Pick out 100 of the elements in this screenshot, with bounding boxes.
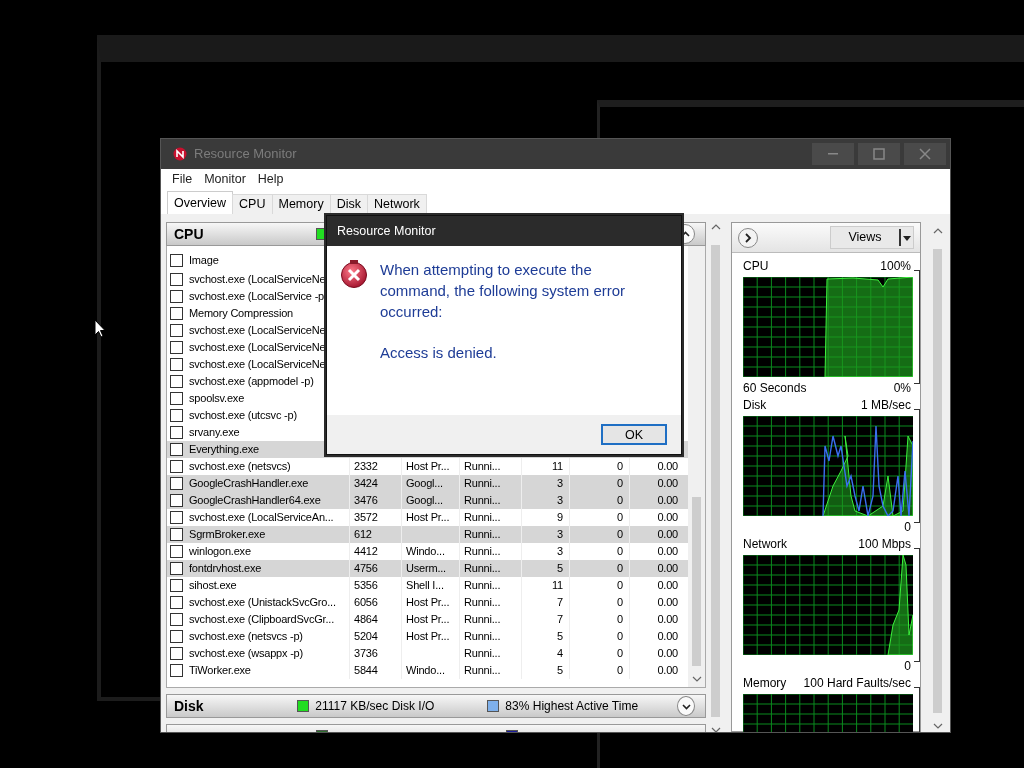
table-cell: Runni... [464,545,501,557]
table-cell: 5204 [354,630,378,642]
table-cell: 0 [617,545,623,557]
process-name: Everything.exe [189,442,259,458]
table-cell: 0 [617,647,623,659]
table-cell: Shell I... [406,579,444,591]
dialog-title: Resource Monitor [327,216,681,246]
table-cell: Runni... [464,579,501,591]
table-cell: 0.00 [657,494,678,506]
table-cell: 3736 [354,647,378,659]
error-detail: Access is denied. [380,343,498,363]
error-message: When attempting to execute the command, the following system error occurred: [380,260,627,322]
table-cell: 0 [617,562,623,574]
table-cell: 11 [551,579,563,591]
table-cell: 5 [557,562,563,574]
process-name: Memory Compression [189,306,293,322]
graph-scale: 0 [904,659,911,673]
process-name: svchost.exe (netsvcs) [189,459,291,475]
table-cell: Runni... [464,511,501,523]
table-cell: 7 [557,596,563,608]
table-cell: 0.00 [657,562,678,574]
table-cell: Runni... [464,528,501,540]
table-cell: Runni... [464,494,501,506]
table-cell: 612 [354,528,372,540]
process-name: spoolsv.exe [189,391,245,407]
graph-title: Memory [743,676,787,690]
table-cell: 0.00 [657,579,678,591]
table-cell: Runni... [464,562,501,574]
table-cell: 3 [557,494,563,506]
graph-scale: 1 MB/sec [861,398,911,412]
table-cell: 0.00 [657,460,678,472]
table-cell: Runni... [464,630,501,642]
table-cell: Host Pr... [406,511,450,523]
legend-text: 83% Highest Active Time [505,698,639,715]
process-name: svchost.exe (LocalServiceNe [189,340,326,356]
table-cell: Userm... [406,562,446,574]
table-cell: 3476 [354,494,378,506]
table-cell: 0.00 [657,545,678,557]
graph-title: Disk [743,398,767,412]
window-title: Resource Monitor [194,145,297,164]
table-cell: 0.00 [657,511,678,523]
table-cell: 5 [557,664,563,676]
process-name: svchost.exe (LocalServiceNe [189,272,326,288]
graph-scale: 0% [893,381,911,395]
process-name: svchost.exe (wsappx -p) [189,646,303,662]
table-cell: 0.00 [657,596,678,608]
process-name: svchost.exe (LocalServiceAn... [189,510,334,526]
table-cell: 0 [617,528,623,540]
table-cell: Host Pr... [406,630,450,642]
table-cell: Windo... [406,545,445,557]
process-name: svchost.exe (ClipboardSvcGr... [189,612,334,628]
process-name: svchost.exe (UnistackSvcGro... [189,595,336,611]
graph-scale: 100 Mbps [858,537,911,551]
process-name: GoogleCrashHandler.exe [189,476,309,492]
process-name: winlogon.exe [189,544,251,560]
table-cell: 5356 [354,579,378,591]
table-cell: 0.00 [657,528,678,540]
table-cell: 0 [617,494,623,506]
table-cell: 3424 [354,477,378,489]
table-cell: 6056 [354,596,378,608]
table-cell: Runni... [464,613,501,625]
graph-scale: 0 [904,520,911,534]
process-name: TiWorker.exe [189,663,251,679]
table-cell: 0 [617,511,623,523]
process-name: SgrmBroker.exe [189,527,266,543]
table-cell: 0.00 [657,630,678,642]
table-cell: 3 [557,477,563,489]
table-cell: 2332 [354,460,378,472]
graph-title: CPU [743,259,769,273]
process-name: svchost.exe (utcsvc -p) [189,408,297,424]
table-cell: 0.00 [657,664,678,676]
table-cell: Googl... [406,477,443,489]
table-cell: 11 [551,460,563,472]
table-cell: Host Pr... [406,613,450,625]
table-cell: 0 [617,664,623,676]
table-cell: 4756 [354,562,378,574]
process-name: srvany.exe [189,425,240,441]
table-cell: 0 [617,630,623,642]
table-cell: 7 [557,613,563,625]
graph-caption: 60 Seconds [743,381,807,395]
table-cell: 3 [557,545,563,557]
process-name: svchost.exe (LocalService -p [189,289,324,305]
table-cell: 0 [617,596,623,608]
table-cell: Runni... [464,664,501,676]
table-cell: 0 [617,613,623,625]
table-cell: 0.00 [657,477,678,489]
table-cell: 3572 [354,511,378,523]
table-cell: Runni... [464,477,501,489]
table-cell: 0 [617,579,623,591]
table-cell: 4412 [354,545,378,557]
table-cell: 3 [557,528,563,540]
legend-text: 21117 KB/sec Disk I/O [315,698,435,715]
table-cell: 0 [617,477,623,489]
graph-title: Network [743,537,787,551]
table-cell: 5 [557,630,563,642]
table-cell: Runni... [464,460,501,472]
table-cell: Runni... [464,596,501,608]
graph-scale: 100% [880,259,911,273]
table-cell: 5844 [354,664,378,676]
table-cell: 0 [617,460,623,472]
